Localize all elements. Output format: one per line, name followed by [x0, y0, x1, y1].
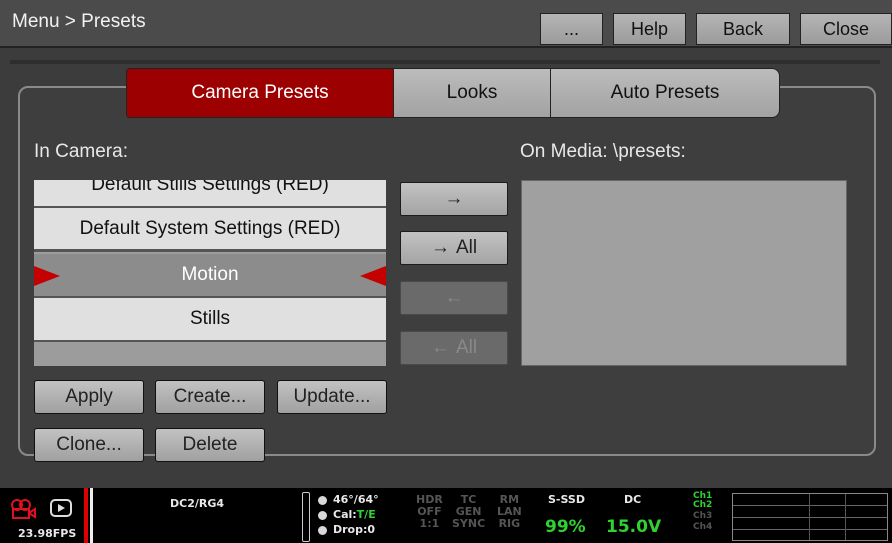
audio-channel-meter [732, 493, 888, 541]
power-label: DC [624, 493, 642, 506]
shutter-angle: 46°/64° [318, 494, 379, 506]
tab-camera-presets[interactable]: Camera Presets [126, 68, 394, 118]
close-button[interactable]: Close [800, 13, 892, 45]
tab-looks[interactable]: Looks [393, 68, 551, 118]
copy-to-media-button[interactable]: → [400, 182, 508, 216]
delete-button[interactable]: Delete [155, 428, 265, 462]
copy-all-to-media-button[interactable]: → All [400, 231, 508, 265]
clone-button[interactable]: Clone... [34, 428, 144, 462]
audio-meter-bar [90, 488, 93, 543]
camera-status-bar: 23.98FPS DC2/RG4 46°/64° Cal:T/E Drop:0 … [0, 488, 892, 543]
list-item[interactable]: Stills [34, 298, 386, 342]
look-setting: DC2/RG4 [170, 497, 225, 510]
button-label: All [455, 237, 478, 258]
list-item-label: Motion [181, 264, 239, 285]
remote-indicator: RM LAN RIG [497, 493, 522, 530]
drop-frame-count: Drop:0 [318, 524, 375, 536]
back-button[interactable]: Back [696, 13, 790, 45]
in-camera-label: In Camera: [34, 141, 128, 162]
arrow-left-icon: ← [444, 287, 464, 308]
import-all-to-camera-button[interactable]: ← All [400, 331, 508, 365]
import-to-camera-button[interactable]: ← [400, 281, 508, 315]
selection-left-arrow-icon [34, 266, 60, 286]
power-voltage: 15.0V [606, 517, 662, 537]
level-indicator [302, 492, 310, 542]
frame-rate: 23.98FPS [18, 527, 77, 540]
playback-icon [50, 499, 72, 517]
selection-right-arrow-icon [360, 266, 386, 286]
timecode-indicator: TC GEN SYNC [452, 493, 486, 530]
create-button[interactable]: Create... [155, 380, 265, 414]
hdr-indicator: HDR OFF 1:1 [416, 493, 443, 530]
shutter-value: 46°/64° [333, 493, 379, 506]
in-camera-preset-list[interactable]: Default Stills Settings (RED) Default Sy… [34, 180, 386, 366]
help-button[interactable]: Help [613, 13, 686, 45]
apply-button[interactable]: Apply [34, 380, 144, 414]
menu-header: Menu > Presets ... Help Back Close [0, 0, 892, 48]
tab-auto-presets[interactable]: Auto Presets [550, 68, 780, 118]
update-button[interactable]: Update... [277, 380, 387, 414]
more-button[interactable]: ... [540, 13, 603, 45]
on-media-label: On Media: \presets: [520, 141, 686, 162]
channel-1-label: Ch1 [693, 491, 713, 501]
media-remaining: 99% [545, 517, 586, 537]
list-item-selected[interactable]: Motion [34, 254, 386, 298]
channel-3-label: Ch3 [693, 511, 713, 521]
channel-4-label: Ch4 [693, 522, 713, 532]
cal-value: T/E [356, 508, 376, 521]
media-label: S-SSD [548, 493, 585, 506]
list-item[interactable]: Default Stills Settings (RED) [34, 180, 386, 208]
presets-menu-window: Menu > Presets ... Help Back Close Camer… [0, 0, 892, 543]
audio-meter-bar [84, 488, 88, 543]
divider [10, 60, 880, 64]
calibration-status: Cal:T/E [318, 509, 376, 521]
arrow-right-icon: → [430, 237, 450, 258]
on-media-preset-list[interactable] [521, 180, 847, 366]
list-item[interactable]: Default System Settings (RED) [34, 208, 386, 252]
channel-2-label: Ch2 [693, 500, 713, 510]
arrow-right-icon: → [444, 188, 464, 209]
cal-label: Cal: [333, 508, 357, 521]
breadcrumb: Menu > Presets [12, 11, 146, 32]
drop-value: Drop:0 [333, 523, 376, 536]
arrow-left-icon: ← [430, 337, 450, 358]
button-label: All [455, 337, 478, 358]
